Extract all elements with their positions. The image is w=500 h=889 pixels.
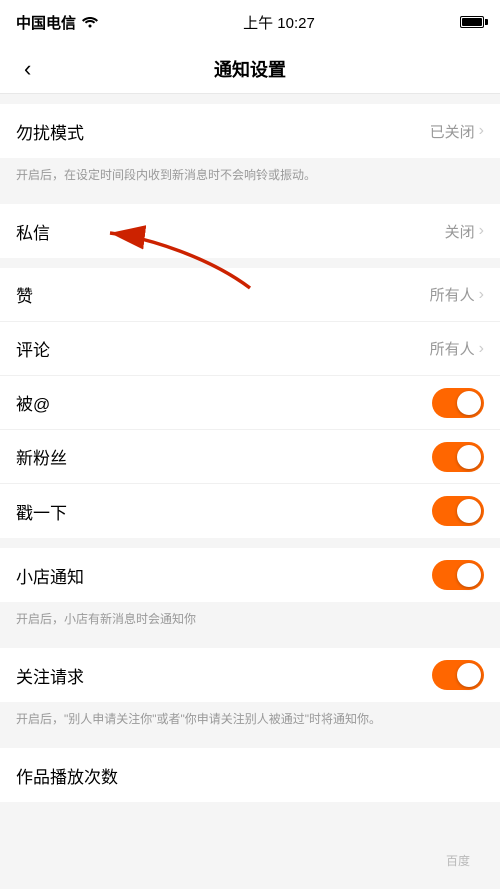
zan-chevron: › bbox=[479, 286, 484, 304]
messages-chevron: › bbox=[479, 222, 484, 240]
mention-right bbox=[432, 388, 484, 418]
poke-toggle[interactable] bbox=[432, 496, 484, 526]
messages-section: 私信 关闭 › bbox=[0, 204, 500, 258]
dnd-right: 已关闭 › bbox=[430, 121, 484, 142]
status-right bbox=[460, 16, 484, 28]
settings-content: 勿扰模式 已关闭 › 开启后，在设定时间段内收到新消息时不会响铃或振动。 私信 … bbox=[0, 104, 500, 802]
zan-wrapper: 赞 所有人 › bbox=[0, 268, 500, 322]
status-time: 上午 10:27 bbox=[243, 12, 315, 33]
battery-icon bbox=[460, 16, 484, 28]
comments-value: 所有人 bbox=[430, 338, 475, 359]
shop-right bbox=[432, 560, 484, 590]
poke-right bbox=[432, 496, 484, 526]
shop-toggle[interactable] bbox=[432, 560, 484, 590]
new-fans-toggle[interactable] bbox=[432, 442, 484, 472]
new-fans-row[interactable]: 新粉丝 bbox=[0, 430, 500, 484]
follow-right bbox=[432, 660, 484, 690]
shop-label: 小店通知 bbox=[16, 563, 84, 588]
follow-section: 关注请求 bbox=[0, 648, 500, 702]
comments-right: 所有人 › bbox=[430, 338, 484, 359]
shop-note: 开启后，小店有新消息时会通知你 bbox=[0, 602, 500, 638]
poke-row[interactable]: 戳一下 bbox=[0, 484, 500, 538]
shop-section: 小店通知 bbox=[0, 548, 500, 602]
zan-row[interactable]: 赞 所有人 › bbox=[0, 268, 500, 322]
zan-right: 所有人 › bbox=[430, 284, 484, 305]
dnd-note: 开启后，在设定时间段内收到新消息时不会响铃或振动。 bbox=[0, 158, 500, 194]
zan-label: 赞 bbox=[16, 282, 33, 307]
new-fans-label: 新粉丝 bbox=[16, 444, 67, 469]
zan-value: 所有人 bbox=[430, 284, 475, 305]
interactions-section: 赞 所有人 › 评论 所有人 bbox=[0, 268, 500, 538]
dnd-row[interactable]: 勿扰模式 已关闭 › bbox=[0, 104, 500, 158]
poke-label: 戳一下 bbox=[16, 499, 67, 524]
dnd-chevron: › bbox=[479, 122, 484, 140]
shop-row[interactable]: 小店通知 bbox=[0, 548, 500, 602]
follow-note: 开启后，"别人申请关注你"或者"你申请关注别人被通过"时将通知你。 bbox=[0, 702, 500, 738]
dnd-section: 勿扰模式 已关闭 › bbox=[0, 104, 500, 158]
dnd-value: 已关闭 bbox=[430, 121, 475, 142]
mention-label: 被@ bbox=[16, 390, 50, 415]
messages-value: 关闭 bbox=[445, 221, 475, 242]
dnd-label: 勿扰模式 bbox=[16, 119, 84, 144]
messages-label: 私信 bbox=[16, 219, 50, 244]
comments-row[interactable]: 评论 所有人 › bbox=[0, 322, 500, 376]
plays-section: 作品播放次数 bbox=[0, 748, 500, 802]
messages-right: 关闭 › bbox=[445, 221, 484, 242]
mention-row[interactable]: 被@ bbox=[0, 376, 500, 430]
messages-row[interactable]: 私信 关闭 › bbox=[0, 204, 500, 258]
comments-label: 评论 bbox=[16, 336, 50, 361]
follow-label: 关注请求 bbox=[16, 663, 84, 688]
status-bar: 中国电信 上午 10:27 bbox=[0, 0, 500, 44]
wifi-icon bbox=[82, 16, 98, 28]
mention-toggle[interactable] bbox=[432, 388, 484, 418]
plays-row[interactable]: 作品播放次数 bbox=[0, 748, 500, 802]
follow-toggle[interactable] bbox=[432, 660, 484, 690]
plays-label: 作品播放次数 bbox=[16, 763, 118, 788]
back-button[interactable]: ‹ bbox=[16, 48, 39, 90]
status-carrier: 中国电信 bbox=[16, 12, 98, 33]
new-fans-right bbox=[432, 442, 484, 472]
comments-chevron: › bbox=[479, 340, 484, 358]
page-title: 通知设置 bbox=[214, 56, 286, 82]
follow-row[interactable]: 关注请求 bbox=[0, 648, 500, 702]
nav-bar: ‹ 通知设置 bbox=[0, 44, 500, 94]
watermark: 百度 bbox=[446, 852, 470, 869]
